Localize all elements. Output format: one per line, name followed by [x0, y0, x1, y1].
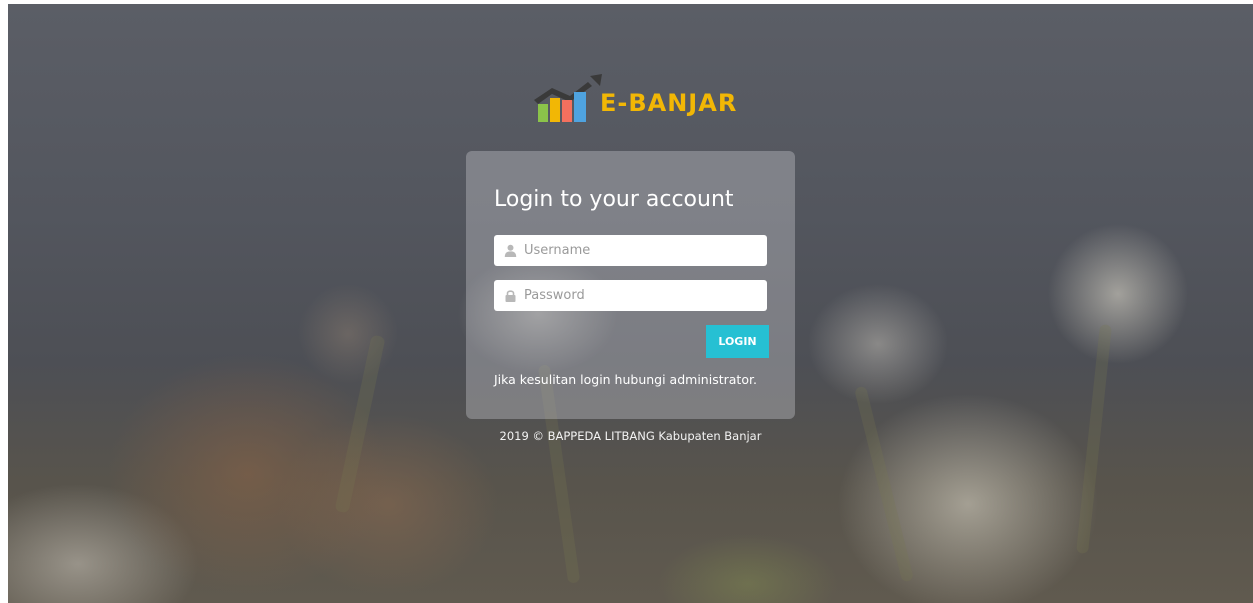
logo-arrow-head: [590, 74, 602, 86]
lock-icon: [505, 290, 516, 302]
username-field[interactable]: [494, 235, 767, 266]
login-button[interactable]: LOGIN: [706, 325, 769, 358]
logo-bar-1: [538, 104, 548, 122]
bar-chart-growth-icon: [534, 74, 602, 122]
brand-name: E-BANJAR: [600, 89, 738, 117]
footer-copyright: 2019 © BAPPEDA LITBANG Kabupaten Banjar: [499, 429, 762, 443]
logo-bar-3: [562, 100, 572, 122]
login-panel: Login to your account LOGIN Jika kesulit…: [466, 151, 795, 419]
logo-bar-4: [574, 92, 586, 122]
login-page: E-BANJAR Login to your account LOGIN Jik…: [8, 4, 1253, 603]
background-decoration: [334, 334, 386, 514]
login-help-text: Jika kesulitan login hubungi administrat…: [494, 372, 757, 387]
background-decoration: [853, 385, 915, 583]
brand-logo: E-BANJAR: [530, 74, 740, 126]
password-input[interactable]: [524, 280, 760, 311]
panel-title: Login to your account: [494, 187, 734, 212]
logo-bar-2: [550, 98, 560, 122]
user-icon: [504, 244, 517, 257]
username-input[interactable]: [524, 235, 760, 266]
password-field[interactable]: [494, 280, 767, 311]
